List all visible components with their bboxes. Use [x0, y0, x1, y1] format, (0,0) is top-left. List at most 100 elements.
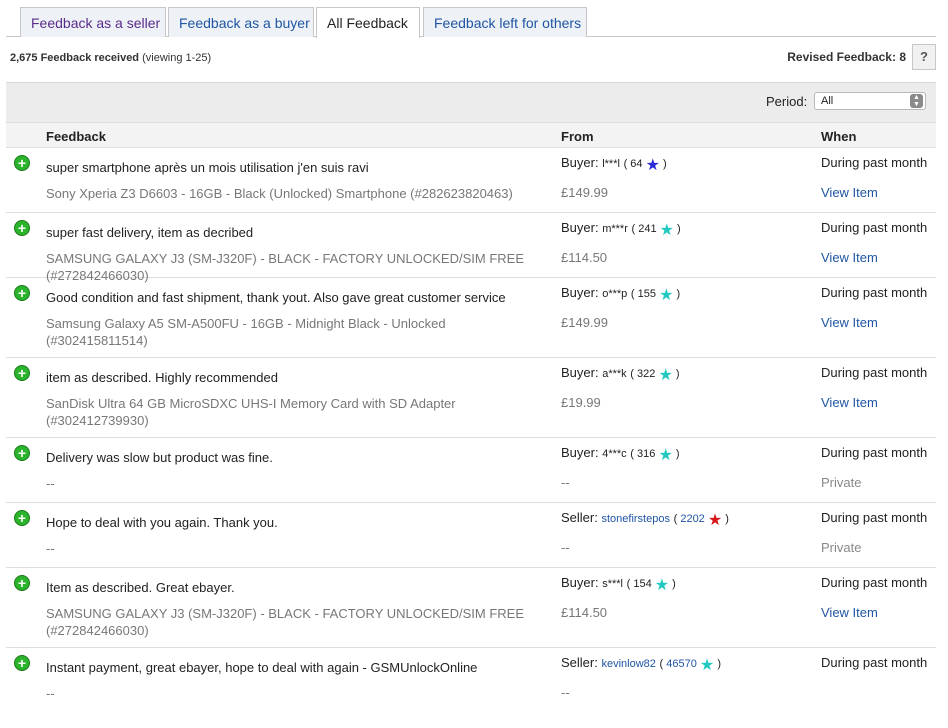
- column-headers: Feedback From When: [6, 122, 936, 148]
- from-user: Buyer: a***k ( 322 ★ ): [561, 365, 680, 384]
- feedback-list: + super smartphone après un mois utilisa…: [6, 148, 936, 714]
- feedback-row: + super smartphone après un mois utilisa…: [6, 148, 936, 213]
- user-role: Buyer:: [561, 220, 599, 235]
- item-price: --: [561, 540, 570, 555]
- feedback-row: + Instant payment, great ebayer, hope to…: [6, 648, 936, 714]
- period-select[interactable]: All ▲ ▼: [814, 92, 926, 110]
- score-value-link[interactable]: 46570: [666, 658, 697, 670]
- view-item-link[interactable]: View Item: [821, 315, 878, 330]
- user-role: Seller:: [561, 510, 598, 525]
- user-role: Seller:: [561, 655, 598, 670]
- user-role: Buyer:: [561, 575, 599, 590]
- positive-feedback-icon: +: [14, 285, 30, 301]
- from-user: Buyer: o***p ( 155 ★ ): [561, 285, 681, 304]
- feedback-row: + Hope to deal with you again. Thank you…: [6, 503, 936, 568]
- column-header-from: From: [561, 129, 594, 144]
- help-button[interactable]: ?: [912, 44, 936, 70]
- turquoise-star-icon: ★: [658, 447, 673, 464]
- user-name: l***l: [602, 158, 620, 170]
- from-user: Buyer: 4***c ( 316 ★ ): [561, 445, 680, 464]
- feedback-tabs: Feedback as a seller Feedback as a buyer…: [6, 7, 936, 38]
- feedback-row: + super fast delivery, item as decribed …: [6, 213, 936, 283]
- tab-feedback-as-buyer[interactable]: Feedback as a buyer: [168, 7, 314, 37]
- user-name: o***p: [602, 288, 628, 300]
- user-role: Buyer:: [561, 445, 599, 460]
- user-name: m***r: [602, 223, 628, 235]
- user-name-link[interactable]: stonefirstepos: [601, 513, 669, 525]
- period-bar: Period: All ▲ ▼: [6, 82, 936, 122]
- purple-star-icon: ★: [645, 157, 660, 174]
- feedback-comment: Item as described. Great ebayer.: [46, 580, 235, 595]
- feedback-row: + item as described. Highly recommended …: [6, 358, 936, 438]
- item-price: £114.50: [561, 605, 608, 620]
- tab-feedback-left-for-others[interactable]: Feedback left for others: [423, 7, 587, 37]
- score-value: 316: [637, 448, 656, 460]
- item-title: --: [46, 686, 55, 701]
- item-price: £114.50: [561, 250, 608, 265]
- item-title: SanDisk Ultra 64 GB MicroSDXC UHS-I Memo…: [46, 396, 456, 428]
- score-value: 64: [630, 158, 643, 170]
- feedback-summary: 2,675 Feedback received (viewing 1-25): [10, 52, 211, 64]
- feedback-when: During past month: [821, 655, 928, 670]
- tab-all-feedback[interactable]: All Feedback: [316, 7, 420, 38]
- tab-feedback-as-seller[interactable]: Feedback as a seller: [20, 7, 166, 37]
- user-role: Buyer:: [561, 285, 599, 300]
- positive-feedback-icon: +: [14, 575, 30, 591]
- item-price: --: [561, 475, 570, 490]
- user-role: Buyer:: [561, 155, 599, 170]
- positive-feedback-icon: +: [14, 155, 30, 171]
- feedback-score: ( 316 ★ ): [630, 447, 680, 464]
- feedback-score: ( 154 ★ ): [626, 577, 676, 594]
- from-user: Buyer: l***l ( 64 ★ ): [561, 155, 667, 174]
- score-value-link[interactable]: 2202: [680, 513, 704, 525]
- user-name: 4***c: [602, 448, 627, 460]
- feedback-score: ( 64 ★ ): [623, 157, 667, 174]
- user-name: s***l: [602, 578, 623, 590]
- feedback-score: ( 46570 ★ ): [659, 657, 721, 674]
- feedback-comment: Delivery was slow but product was fine.: [46, 450, 273, 465]
- item-price: £149.99: [561, 185, 608, 200]
- item-title: SAMSUNG GALAXY J3 (SM-J320F) - BLACK - F…: [46, 606, 524, 638]
- user-role: Buyer:: [561, 365, 599, 380]
- feedback-when: During past month: [821, 220, 928, 235]
- feedback-when: During past month: [821, 365, 928, 380]
- feedback-when: During past month: [821, 445, 928, 460]
- view-item-link[interactable]: View Item: [821, 185, 878, 200]
- feedback-row: + Good condition and fast shipment, than…: [6, 278, 936, 358]
- feedback-score: ( 155 ★ ): [630, 287, 681, 304]
- user-name: a***k: [602, 368, 627, 380]
- feedback-when: During past month: [821, 510, 928, 525]
- period-label: Period:: [766, 94, 808, 109]
- feedback-row: + Delivery was slow but product was fine…: [6, 438, 936, 503]
- turquoise-star-icon: ★: [658, 367, 673, 384]
- score-value: 322: [637, 368, 656, 380]
- viewing-range: (viewing 1-25): [142, 52, 212, 64]
- private-label: Private: [821, 475, 862, 490]
- from-user: Buyer: s***l ( 154 ★ ): [561, 575, 676, 594]
- view-item-link[interactable]: View Item: [821, 395, 878, 410]
- from-user: Buyer: m***r ( 241 ★ ): [561, 220, 681, 239]
- turquoise-star-icon: ★: [659, 287, 674, 304]
- from-user: Seller: stonefirstepos ( 2202 ★ ): [561, 510, 729, 529]
- view-item-link[interactable]: View Item: [821, 605, 878, 620]
- user-name-link[interactable]: kevinlow82: [601, 658, 655, 670]
- turquoise-shooting-star-icon: ★: [699, 657, 715, 674]
- private-label: Private: [821, 540, 862, 555]
- positive-feedback-icon: +: [14, 655, 30, 671]
- feedback-comment: super smartphone après un mois utilisati…: [46, 160, 369, 175]
- positive-feedback-icon: +: [14, 445, 30, 461]
- positive-feedback-icon: +: [14, 220, 30, 236]
- feedback-when: During past month: [821, 575, 928, 590]
- from-user: Seller: kevinlow82 ( 46570 ★ ): [561, 655, 721, 674]
- feedback-score: ( 241 ★ ): [631, 222, 681, 239]
- item-price: £19.99: [561, 395, 601, 410]
- score-value: 155: [637, 288, 656, 300]
- view-item-link[interactable]: View Item: [821, 250, 878, 265]
- score-value: 154: [633, 578, 652, 590]
- feedback-comment: super fast delivery, item as decribed: [46, 225, 254, 240]
- positive-feedback-icon: +: [14, 510, 30, 526]
- revised-feedback-count: Revised Feedback: 8: [787, 50, 906, 64]
- feedback-comment: item as described. Highly recommended: [46, 370, 278, 385]
- item-price: --: [561, 685, 570, 700]
- positive-feedback-icon: +: [14, 365, 30, 381]
